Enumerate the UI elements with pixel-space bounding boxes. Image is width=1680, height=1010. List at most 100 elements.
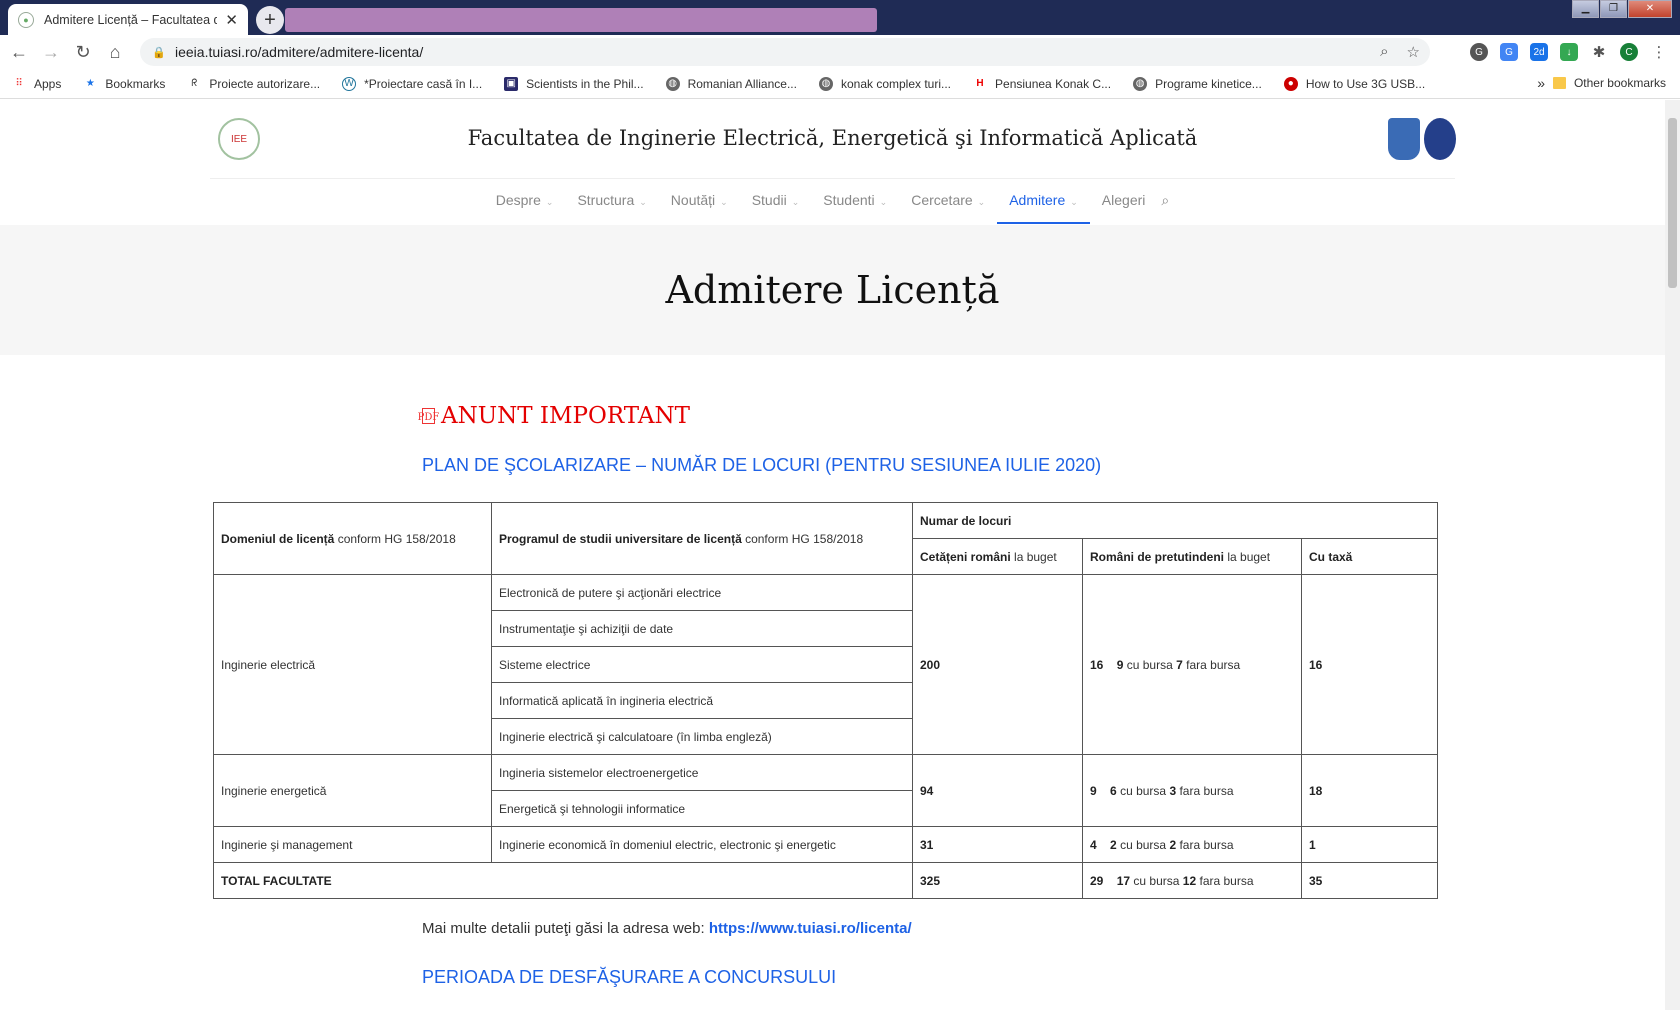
browser-titlebar: ● Admitere Licență – Facultatea de ✕ + ▁… xyxy=(0,0,1680,35)
domain-cell: Inginerie energetică xyxy=(213,754,492,827)
lock-icon: 🔒 xyxy=(152,46,166,59)
university-logos[interactable] xyxy=(1388,118,1456,160)
bookmark-proiectare-casa[interactable]: W *Proiectare casă în I... xyxy=(342,76,482,91)
nav-item-structura[interactable]: Structura ⌄ xyxy=(565,192,658,224)
page-hero: Admitere Licență xyxy=(0,225,1665,355)
ro-count-cell: 200 xyxy=(912,574,1083,755)
bookmark-proiecte[interactable]: ᖇ Proiecte autorizare... xyxy=(187,77,320,91)
program-cell: Energetică şi tehnologii informatice xyxy=(491,790,913,827)
menu-kebab-icon[interactable]: ⋮ xyxy=(1650,43,1668,61)
fee-total-cell: 35 xyxy=(1301,862,1438,899)
apps-grid-icon: ⠿ xyxy=(15,78,23,89)
scrollbar-thumb[interactable] xyxy=(1668,118,1677,288)
extension-1-icon[interactable]: G xyxy=(1470,43,1488,61)
blurred-region xyxy=(285,8,877,32)
bookmark-konak-complex[interactable]: ◍ konak complex turi... xyxy=(818,76,951,91)
bookmark-favicon-icon: H xyxy=(976,78,984,89)
extensions-area: G G 2d ↓ ✱ C ⋮ xyxy=(1470,35,1680,69)
bookmark-pensiunea-konak[interactable]: H Pensiunea Konak C... xyxy=(973,77,1111,91)
minimize-button[interactable]: ▁ xyxy=(1572,0,1599,18)
ro-total-cell: 325 xyxy=(912,862,1083,899)
bookmark-bookmarks[interactable]: ★ Bookmarks xyxy=(83,77,166,91)
web-page: IEE Facultatea de Inginerie Electrică, E… xyxy=(0,100,1665,1010)
back-icon[interactable]: ← xyxy=(6,39,32,65)
nav-item-studii[interactable]: Studii ⌄ xyxy=(740,192,812,224)
bookmark-romanian-alliance[interactable]: ◍ Romanian Alliance... xyxy=(665,76,797,91)
close-window-button[interactable]: ✕ xyxy=(1628,0,1672,18)
licenta-link[interactable]: https://www.tuiasi.ro/licenta/ xyxy=(709,920,912,937)
wordpress-icon: W xyxy=(342,76,357,91)
header-romanian-citizens: Cetățeni români la buget xyxy=(912,538,1083,575)
tab-title: Admitere Licență – Facultatea de xyxy=(44,12,218,27)
abroad-count-cell: 9 6 cu bursa 3 fara bursa xyxy=(1082,754,1302,827)
address-bar[interactable]: 🔒 ieeia.tuiasi.ro/admitere/admitere-lice… xyxy=(140,38,1430,66)
header-program: Programul de studii universitare de lice… xyxy=(491,502,913,575)
star-icon: ★ xyxy=(85,78,95,89)
important-notice-link[interactable]: PDF ANUNT IMPORTANT xyxy=(418,403,690,429)
bookmark-programe-kinetice[interactable]: ◍ Programe kinetice... xyxy=(1133,76,1262,91)
new-tab-button[interactable]: + xyxy=(256,6,284,34)
google-translate-icon[interactable]: G xyxy=(1500,43,1518,61)
puzzle-icon[interactable]: ✱ xyxy=(1590,43,1608,61)
more-bookmarks-chevron-icon[interactable]: » xyxy=(1537,75,1545,91)
program-cell: Instrumentaţie şi achiziţii de date xyxy=(491,610,913,647)
home-icon[interactable]: ⌂ xyxy=(102,39,128,65)
close-tab-icon[interactable]: ✕ xyxy=(225,11,238,29)
ro-count-cell: 31 xyxy=(912,826,1083,863)
nav-item-admitere[interactable]: Admitere ⌄ xyxy=(997,192,1090,224)
restore-button[interactable]: ❐ xyxy=(1600,0,1627,18)
nav-item-alegeri[interactable]: Alegeri xyxy=(1090,192,1158,224)
bookmark-scientists[interactable]: ▣ Scientists in the Phil... xyxy=(504,76,644,91)
extension-2d-icon[interactable]: 2d xyxy=(1530,43,1548,61)
main-navigation: Despre ⌄ Structura ⌄ Noutăți ⌄ Studii ⌄ Stud… xyxy=(0,192,1665,224)
download-extension-icon[interactable]: ↓ xyxy=(1560,43,1578,61)
other-bookmarks[interactable]: Other bookmarks xyxy=(1552,76,1666,90)
chevron-down-icon: ⌄ xyxy=(639,197,647,207)
nav-item-cercetare[interactable]: Cercetare ⌄ xyxy=(899,192,997,224)
bookmark-star-icon[interactable]: ☆ xyxy=(1407,43,1420,61)
window-controls: ▁ ❐ ✕ xyxy=(1571,0,1672,18)
globe-icon: ◍ xyxy=(818,76,833,91)
ro-count-cell: 94 xyxy=(912,754,1083,827)
program-cell: Inginerie electrică şi calculatoare (în … xyxy=(491,718,913,755)
header-domain: Domeniul de licență conform HG 158/2018 xyxy=(213,502,492,575)
seal-logo xyxy=(1424,118,1456,160)
program-cell: Ingineria sistemelor electroenergetice xyxy=(491,754,913,791)
globe-icon: ◍ xyxy=(665,76,680,91)
chevron-down-icon: ⌄ xyxy=(879,197,888,207)
nav-item-studenti[interactable]: Studenti ⌄ xyxy=(811,192,899,224)
chevron-down-icon: ⌄ xyxy=(791,197,800,207)
abroad-count-cell: 4 2 cu bursa 2 fara bursa xyxy=(1082,826,1302,863)
reload-icon[interactable]: ↻ xyxy=(70,39,96,65)
forward-icon[interactable]: → xyxy=(38,39,64,65)
site-favicon-icon: ● xyxy=(18,11,34,28)
period-heading: PERIOADA DE DESFĂŞURARE A CONCURSULUI xyxy=(422,967,837,987)
bookmark-3g-usb[interactable]: ● How to Use 3G USB... xyxy=(1283,76,1425,91)
nav-item-despre[interactable]: Despre ⌄ xyxy=(484,192,566,224)
bookmarks-bar: ⠿ Apps ★ Bookmarks ᖇ Proiecte autorizare...… xyxy=(0,69,1680,99)
fee-count-cell: 18 xyxy=(1301,754,1438,827)
bookmark-apps[interactable]: ⠿ Apps xyxy=(12,77,61,91)
chevron-down-icon: ⌄ xyxy=(545,197,554,207)
fee-count-cell: 1 xyxy=(1301,826,1438,863)
profile-avatar[interactable]: C xyxy=(1620,43,1638,61)
header-romanians-abroad: Români de pretutindeni la buget xyxy=(1082,538,1302,575)
zoom-icon[interactable]: ⌕ xyxy=(1380,43,1388,61)
globe-icon: ◍ xyxy=(1133,76,1148,91)
program-cell: Inginerie economică în domeniul electric… xyxy=(491,826,913,863)
bookmark-favicon-icon: ᖇ xyxy=(191,78,198,89)
chevron-down-icon: ⌄ xyxy=(720,197,728,207)
crest-logo xyxy=(1388,118,1420,160)
page-scrollbar[interactable] xyxy=(1665,100,1680,1010)
chevron-down-icon: ⌄ xyxy=(977,197,986,207)
chevron-down-icon: ⌄ xyxy=(1070,197,1078,207)
program-cell: Electronică de putere şi acţionări elect… xyxy=(491,574,913,611)
nav-item-noutati[interactable]: Noutăți ⌄ xyxy=(659,192,740,224)
header-divider xyxy=(210,178,1455,179)
fee-count-cell: 16 xyxy=(1301,574,1438,755)
places-table: Domeniul de licență conform HG 158/2018 … xyxy=(213,502,1438,899)
search-icon[interactable]: ⌕ xyxy=(1157,192,1181,224)
domain-cell: Inginerie şi management xyxy=(213,826,492,863)
domain-cell: Inginerie electrică xyxy=(213,574,492,755)
browser-tab[interactable]: ● Admitere Licență – Facultatea de ✕ xyxy=(8,4,248,35)
